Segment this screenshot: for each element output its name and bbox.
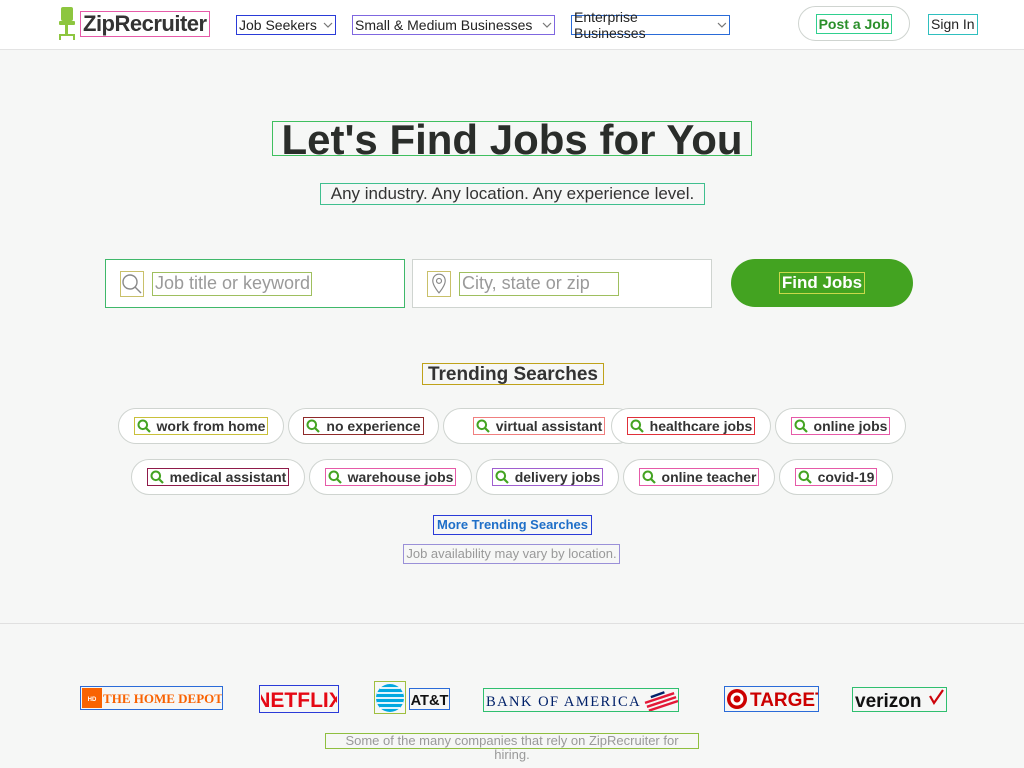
location-search-box[interactable] [412, 259, 712, 308]
chip-content: delivery jobs [491, 468, 604, 486]
chip-content: covid-19 [794, 468, 878, 486]
section-divider [0, 623, 1024, 624]
ziprecruiter-logo[interactable]: ZipRecruiter [56, 7, 210, 41]
logo-text: ZipRecruiter [80, 11, 210, 37]
nav-enterprise-businesses[interactable]: Enterprise Businesses [571, 0, 730, 50]
keyword-search-box[interactable] [105, 259, 405, 308]
search-icon [630, 419, 644, 433]
nav-label: Job Seekers [239, 17, 317, 33]
trending-search-chip[interactable]: work from home [118, 408, 284, 444]
nav-enterprise-button[interactable]: Enterprise Businesses [571, 9, 730, 41]
page-subtitle: Any industry. Any location. Any experien… [320, 183, 705, 205]
chip-label: medical assistant [169, 469, 287, 485]
location-input[interactable] [459, 271, 619, 296]
verizon-wordmark: verizon [855, 691, 922, 711]
trending-search-chip[interactable]: healthcare jobs [611, 408, 771, 444]
chip-label: delivery jobs [514, 469, 601, 485]
netflix-logo: NETFLIX [259, 685, 339, 713]
page-title: Let's Find Jobs for You [272, 119, 752, 161]
nav-job-seekers-button[interactable]: Job Seekers [236, 15, 336, 35]
find-jobs-button[interactable]: Find Jobs [731, 259, 913, 307]
chair-logo-icon [59, 7, 75, 40]
chevron-down-icon [717, 22, 727, 28]
availability-note: Job availability may vary by location. [403, 544, 620, 564]
chip-label: virtual assistant [495, 418, 603, 434]
more-trending-searches-link[interactable]: More Trending Searches [433, 515, 592, 535]
chip-label: work from home [156, 418, 266, 434]
chip-content: medical assistant [146, 468, 290, 486]
target-logo: TARGET [724, 686, 819, 712]
chip-content: online teacher [638, 468, 760, 486]
trending-search-chip[interactable]: delivery jobs [476, 459, 619, 495]
search-icon [150, 470, 164, 484]
chip-label: no experience [326, 418, 421, 434]
search-icon [798, 470, 812, 484]
post-a-job-button[interactable]: Post a Job [798, 6, 910, 41]
trending-search-chip[interactable]: no experience [288, 408, 439, 444]
trending-search-chip[interactable]: warehouse jobs [309, 459, 472, 495]
chip-label: online teacher [661, 469, 757, 485]
search-icon [328, 470, 342, 484]
chip-label: healthcare jobs [649, 418, 753, 434]
search-icon [306, 419, 321, 433]
find-jobs-label: Find Jobs [778, 272, 866, 294]
search-icon [495, 470, 509, 484]
trending-search-chip[interactable]: virtual assistant [443, 408, 635, 444]
nav-smb-button[interactable]: Small & Medium Businesses [352, 15, 555, 35]
nav-label: Small & Medium Businesses [355, 17, 533, 33]
post-a-job-label: Post a Job [815, 13, 893, 34]
chip-label: covid-19 [817, 469, 875, 485]
home-depot-wordmark: THE HOME DEPOT [103, 691, 222, 706]
companies-note: Some of the many companies that rely on … [325, 733, 699, 762]
sign-in-link[interactable]: Sign In [928, 14, 978, 35]
trending-search-chip[interactable]: medical assistant [131, 459, 305, 495]
nav-label: Enterprise Businesses [574, 9, 646, 41]
bank-of-america-wordmark: BANK OF AMERICA [486, 694, 641, 710]
search-icon [476, 419, 490, 433]
bank-of-america-logo: BANK OF AMERICA [483, 688, 679, 712]
att-logo: AT&T [409, 688, 450, 710]
search-icon [794, 419, 808, 433]
netflix-wordmark: NETFLIX [261, 689, 337, 711]
home-depot-logo: HD THE HOME DEPOT [80, 686, 223, 710]
site-header: ZipRecruiter Job Seekers Small & Medium … [0, 0, 1024, 50]
chip-content: no experience [303, 417, 424, 435]
svg-text:HD: HD [88, 697, 97, 703]
chip-content: healthcare jobs [626, 417, 756, 435]
target-wordmark: TARGET [750, 690, 818, 711]
location-pin-icon [427, 270, 451, 297]
trending-search-chip[interactable]: covid-19 [779, 459, 893, 495]
chip-label: online jobs [813, 418, 888, 434]
search-icon [137, 419, 151, 433]
chip-label: warehouse jobs [347, 469, 454, 485]
att-globe-logo [374, 681, 406, 714]
keyword-input[interactable] [152, 271, 312, 296]
chevron-down-icon [542, 22, 552, 28]
verizon-logo: verizon [852, 687, 947, 712]
chip-content: virtual assistant [472, 417, 606, 435]
chip-content: online jobs [790, 417, 891, 435]
nav-small-medium-businesses[interactable]: Small & Medium Businesses [352, 0, 555, 50]
trending-searches-heading: Trending Searches [422, 363, 604, 385]
nav-job-seekers[interactable]: Job Seekers [236, 0, 336, 50]
search-icon [120, 270, 144, 297]
att-wordmark: AT&T [411, 693, 449, 709]
trending-search-chip[interactable]: online jobs [775, 408, 906, 444]
chip-content: work from home [133, 417, 269, 435]
trending-search-chip[interactable]: online teacher [623, 459, 775, 495]
chevron-down-icon [323, 22, 333, 28]
chip-content: warehouse jobs [324, 468, 457, 486]
search-icon [642, 470, 656, 484]
